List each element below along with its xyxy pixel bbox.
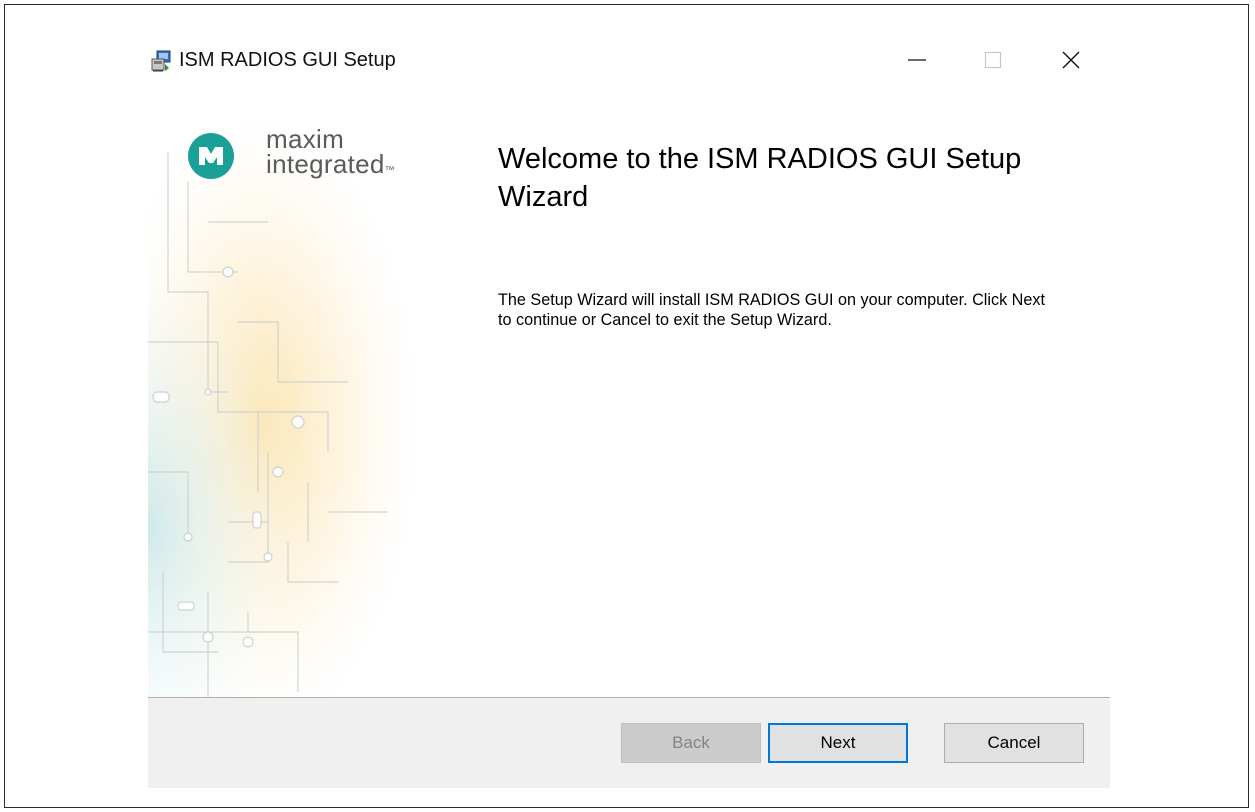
setup-wizard-window: ISM RADIOS GUI Setup maxim integrated™ W… xyxy=(148,34,1110,788)
minimize-icon xyxy=(908,59,926,61)
brand-line-2: integrated xyxy=(266,149,385,179)
next-button[interactable]: Next xyxy=(768,723,908,763)
cancel-button[interactable]: Cancel xyxy=(944,723,1084,763)
close-button[interactable] xyxy=(1041,34,1101,86)
title-bar[interactable]: ISM RADIOS GUI Setup xyxy=(148,34,1110,92)
back-button[interactable]: Back xyxy=(621,723,761,763)
installer-icon xyxy=(151,50,171,72)
wizard-description: The Setup Wizard will install ISM RADIOS… xyxy=(498,291,1045,329)
window-title: ISM RADIOS GUI Setup xyxy=(179,49,396,71)
brand-trademark: ™ xyxy=(384,165,395,176)
logo-glyph xyxy=(199,147,223,165)
maximize-icon xyxy=(984,51,1002,69)
maxim-logo-mark xyxy=(188,133,234,179)
button-bar: Back Next Cancel xyxy=(148,698,1110,788)
maximize-button[interactable] xyxy=(963,34,1023,86)
minimize-button[interactable] xyxy=(887,34,947,86)
close-icon xyxy=(1062,51,1080,69)
brand-name: maxim integrated™ xyxy=(266,126,395,183)
wizard-heading: Welcome to the ISM RADIOS GUI Setup Wiza… xyxy=(498,143,1022,213)
